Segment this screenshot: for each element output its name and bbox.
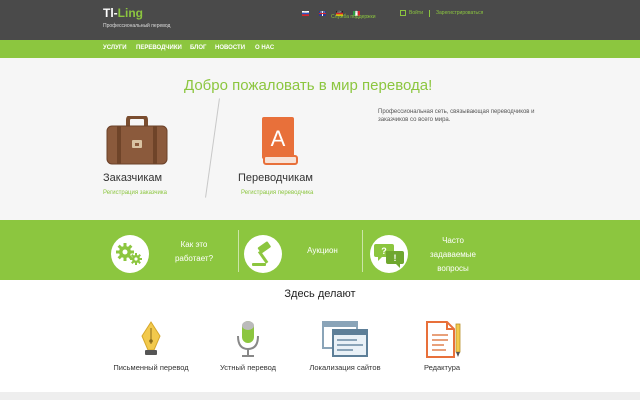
- feature-faq-line2: задаваемые: [430, 250, 476, 259]
- service-written-label: Письменный перевод: [113, 363, 189, 372]
- feature-faq-line3: вопросы: [437, 264, 469, 273]
- service-site-localization[interactable]: Локализация сайтов: [290, 318, 400, 378]
- flag-ru-icon[interactable]: [302, 3, 309, 16]
- logo[interactable]: Tl-Ling: [103, 6, 143, 20]
- svg-text:A: A: [271, 126, 286, 151]
- service-written-translation[interactable]: Письменный перевод: [96, 318, 206, 378]
- gears-icon[interactable]: [111, 235, 149, 273]
- speech-bubbles-icon[interactable]: ? !: [370, 235, 408, 273]
- service-oral-translation[interactable]: Устный перевод: [193, 318, 303, 378]
- service-localization-label: Локализация сайтов: [309, 363, 381, 372]
- gavel-icon[interactable]: [244, 235, 282, 273]
- login-icon: [400, 10, 406, 16]
- login-link[interactable]: Войти: [409, 10, 423, 16]
- lang-code-ru[interactable]: ru: [302, 9, 309, 14]
- translators-title[interactable]: Переводчикам: [238, 172, 313, 184]
- nav-item-services[interactable]: Услуги: [103, 45, 127, 51]
- feature-how-it-works[interactable]: Как это работает?: [168, 238, 220, 266]
- page-footer-strip: [0, 392, 640, 400]
- document-pencil-icon: [387, 318, 497, 360]
- logo-accent: Ling: [117, 6, 143, 20]
- logo-main: Tl-: [103, 6, 118, 20]
- service-editing-label: Редактура: [423, 363, 461, 372]
- hero-description: Профессиональная сеть, связывающая перев…: [378, 109, 535, 123]
- translators-register-link[interactable]: Регистрация переводчика: [241, 190, 313, 196]
- svg-text:!: !: [394, 253, 397, 263]
- flag-en-icon[interactable]: [319, 3, 326, 16]
- feature-how-line1: Как это: [180, 240, 208, 249]
- customers-title[interactable]: Заказчикам: [103, 172, 162, 184]
- lang-code-en[interactable]: en: [319, 9, 326, 14]
- language-switcher: ru en de it: [302, 3, 362, 16]
- flag-de-icon[interactable]: [336, 3, 343, 16]
- welcome-title: Добро пожаловать в мир перевода!: [184, 77, 433, 94]
- flag-it-icon[interactable]: [353, 3, 360, 16]
- features-band: Как это работает? Аукцион ? ! Часто зада…: [0, 220, 640, 280]
- band-divider: [362, 230, 363, 272]
- hero-divider: [205, 98, 220, 198]
- customers-register-link[interactable]: Регистрация заказчика: [103, 190, 167, 196]
- feature-auction[interactable]: Аукцион: [300, 244, 345, 258]
- support-link[interactable]: Служба поддержки: [331, 14, 376, 20]
- feature-faq-line1: Часто: [442, 236, 464, 245]
- services-title: Здесь делают: [284, 288, 356, 300]
- briefcase-icon[interactable]: [106, 115, 168, 171]
- microphone-icon: [193, 318, 303, 360]
- hero-section: Добро пожаловать в мир перевода! Заказчи…: [0, 58, 640, 220]
- auth-divider: [429, 9, 430, 17]
- nav-item-news[interactable]: Новости: [215, 45, 245, 51]
- service-editing[interactable]: Редактура: [387, 318, 497, 378]
- service-oral-label: Устный перевод: [219, 363, 277, 372]
- register-link[interactable]: Зарегистрироваться: [436, 10, 483, 16]
- top-header: Tl-Ling Профессиональный перевод ru en d…: [0, 0, 640, 40]
- nav-item-translators[interactable]: Переводчики: [136, 45, 182, 51]
- svg-text:?: ?: [381, 246, 387, 256]
- browser-window-icon: [290, 318, 400, 360]
- tagline: Профессиональный перевод: [103, 23, 171, 29]
- nav-item-about[interactable]: О нас: [255, 45, 274, 51]
- feature-faq[interactable]: Часто задаваемые вопросы: [426, 234, 480, 276]
- book-icon[interactable]: A: [260, 116, 300, 171]
- band-divider: [238, 230, 239, 272]
- fountain-pen-icon: [96, 318, 206, 360]
- feature-how-line2: работает?: [174, 254, 214, 263]
- auth-links: Войти Зарегистрироваться: [400, 9, 483, 17]
- nav-item-blog[interactable]: Блог: [190, 45, 206, 51]
- main-nav: Услуги Переводчики Блог Новости О нас: [0, 40, 640, 58]
